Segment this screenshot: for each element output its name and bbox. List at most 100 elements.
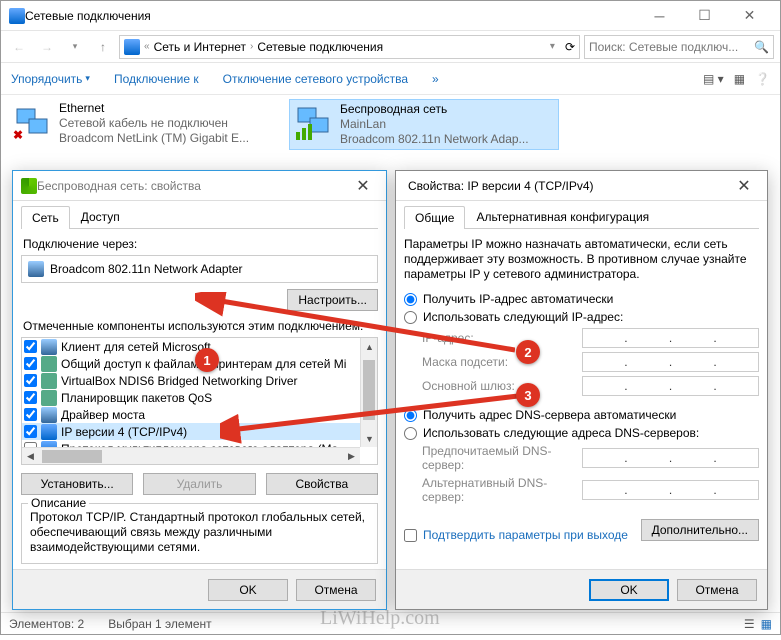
driver-icon [41,407,57,423]
radio-manual-dns[interactable] [404,427,417,440]
chk-bridge[interactable] [24,408,37,421]
connections-list: ✖ Ethernet Сетевой кабель не подключен B… [1,95,780,154]
close-icon[interactable]: ✕ [729,176,759,196]
chk-vbox[interactable] [24,374,37,387]
description-label: Описание [28,496,89,510]
advanced-button[interactable]: Дополнительно... [641,519,759,541]
tab-general[interactable]: Общие [404,206,465,229]
close-button[interactable]: ✕ [727,1,772,31]
selection-count: Выбран 1 элемент [108,617,211,631]
chk-share[interactable] [24,357,37,370]
validate-checkbox[interactable] [404,529,417,542]
titlebar: Сетевые подключения ─ ☐ ✕ [1,1,780,31]
remove-button: Удалить [143,473,255,495]
scroll-left-icon[interactable]: ◀ [22,448,39,465]
connection-wireless[interactable]: Беспроводная сеть MainLan Broadcom 802.1… [289,99,559,150]
adapter-name-box: Broadcom 802.11n Network Adapter [21,255,378,283]
tabs: Сеть Доступ [21,205,378,229]
up-button[interactable]: ↑ [91,35,115,59]
properties-button[interactable]: Свойства [266,473,378,495]
more-button[interactable]: » [432,72,439,86]
cancel-button[interactable]: Отмена [296,579,376,601]
wireless-icon [292,102,334,144]
scroll-down-icon[interactable]: ▼ [361,430,378,447]
breadcrumb-1[interactable]: Сеть и Интернет [154,40,246,54]
radio-label: Использовать следующие адреса DNS-сервер… [423,426,699,440]
annotation-badge-2: 2 [516,340,540,364]
scroll-thumb[interactable] [363,360,375,420]
radio-label: Получить IP-адрес автоматически [423,292,613,306]
service-icon [41,373,57,389]
window-title: Сетевые подключения [25,9,637,23]
list-item: Клиент для сетей Microsoft [61,340,211,354]
app-icon [9,8,25,24]
horizontal-scrollbar[interactable]: ◀ ▶ [22,447,360,464]
adapter-icon [28,261,44,277]
description-text: Протокол TCP/IP. Стандартный протокол гл… [30,510,369,555]
vertical-scrollbar[interactable]: ▲ ▼ [360,338,377,447]
scroll-thumb[interactable] [42,450,102,463]
disable-device-button[interactable]: Отключение сетевого устройства [223,72,408,86]
radio-auto-dns[interactable] [404,409,417,422]
view-details-button[interactable]: ▦ [734,72,745,86]
annotation-badge-3: 3 [516,383,540,407]
address-field[interactable]: « Сеть и Интернет › Сетевые подключения … [119,35,580,59]
radio-manual-ip[interactable] [404,311,417,324]
chk-client[interactable] [24,340,37,353]
svg-text:✖: ✖ [13,128,23,142]
back-button[interactable]: ← [7,35,31,59]
help-button[interactable]: ❔ [755,72,770,86]
ip-label: IP-адрес: [422,331,582,345]
install-button[interactable]: Установить... [21,473,133,495]
scroll-up-icon[interactable]: ▲ [361,338,378,355]
view-mode-icons-icon[interactable]: ▦ [761,617,772,631]
tab-network[interactable]: Сеть [21,206,70,229]
radio-label: Использовать следующий IP-адрес: [423,310,623,324]
minimize-button[interactable]: ─ [637,1,682,31]
ipv4-properties-dialog: Свойства: IP версии 4 (TCP/IPv4) ✕ Общие… [395,170,768,610]
command-bar: Упорядочить ▾ Подключение к Отключение с… [1,63,780,95]
info-paragraph: Параметры IP можно назначать автоматичес… [404,237,759,282]
organize-menu[interactable]: Упорядочить ▾ [11,72,90,86]
view-mode-details-icon[interactable]: ☰ [744,617,755,631]
components-label: Отмеченные компоненты используются этим … [23,319,376,333]
configure-button[interactable]: Настроить... [287,289,378,311]
ok-button[interactable]: OK [208,579,288,601]
dns1-input: ... [582,448,759,468]
tab-alternate[interactable]: Альтернативная конфигурация [465,205,660,228]
client-icon [41,339,57,355]
conn-name: Ethernet [59,101,277,116]
chk-qos[interactable] [24,391,37,404]
conn-device: Broadcom NetLink (TM) Gigabit E... [59,131,269,146]
connect-to-button[interactable]: Подключение к [114,72,199,86]
list-item: Драйвер моста [61,408,145,422]
scroll-right-icon[interactable]: ▶ [343,448,360,465]
list-item: IP версии 4 (TCP/IPv4) [61,425,187,439]
view-icons-button[interactable]: ▤ ▾ [703,72,724,86]
search-icon: 🔍 [754,40,769,54]
statusbar: Элементов: 2 Выбран 1 элемент ☰ ▦ [1,612,780,634]
dns1-label: Предпочитаемый DNS-сервер: [422,444,582,472]
close-icon[interactable]: ✕ [348,176,378,196]
cancel-button[interactable]: Отмена [677,579,757,601]
validate-label: Подтвердить параметры при выходе [423,528,628,542]
maximize-button[interactable]: ☐ [682,1,727,31]
search-input[interactable]: Поиск: Сетевые подключ... 🔍 [584,35,774,59]
conn-status: MainLan [340,117,556,132]
ok-button[interactable]: OK [589,579,669,601]
service-icon [41,356,57,372]
recent-button[interactable]: ▾ [63,35,87,59]
gateway-input: ... [582,376,759,396]
dns2-label: Альтернативный DNS-сервер: [422,476,582,504]
connection-ethernet[interactable]: ✖ Ethernet Сетевой кабель не подключен B… [9,99,279,150]
forward-button[interactable]: → [35,35,59,59]
gateway-label: Основной шлюз: [422,379,582,393]
radio-auto-ip[interactable] [404,293,417,306]
breadcrumb-2[interactable]: Сетевые подключения [257,40,383,54]
chk-ipv4[interactable] [24,425,37,438]
conn-status: Сетевой кабель не подключен [59,116,277,131]
service-icon [41,390,57,406]
item-count: Элементов: 2 [9,617,84,631]
ip-input: ... [582,328,759,348]
tab-access[interactable]: Доступ [70,205,131,228]
